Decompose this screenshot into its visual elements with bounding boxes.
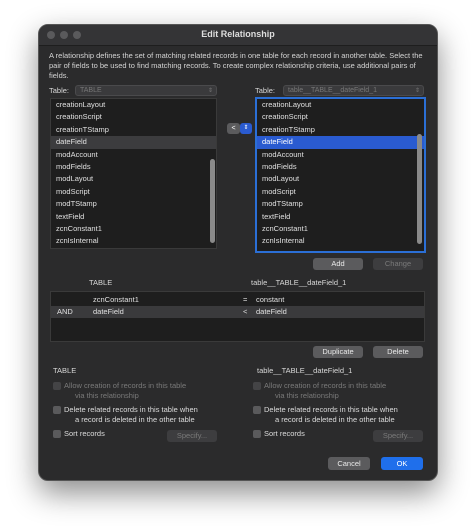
chevron-updown-icon: ⇕ — [243, 125, 249, 131]
field-list-item[interactable]: creationTStamp — [51, 124, 216, 136]
field-list-item[interactable]: zcnIsInternal — [257, 235, 424, 247]
left-allow-creation-label: Allow creation of records in this table … — [64, 381, 186, 401]
right-delete-related-label: Delete related records in this table whe… — [264, 405, 398, 425]
right-options-title: table__TABLE__dateField_1 — [257, 366, 353, 375]
right-field-list[interactable]: creationLayout creationScript creationTSta… — [255, 97, 426, 253]
left-sort-label: Sort records — [64, 429, 105, 438]
left-sort-checkbox[interactable] — [53, 430, 61, 438]
left-delete-line2: a record is deleted in the other table — [75, 415, 195, 424]
criteria-left-field: zcnConstant1 — [93, 295, 139, 304]
change-button[interactable]: Change — [373, 258, 423, 270]
criteria-right-field: dateField — [256, 307, 287, 316]
right-table-label: Table: — [255, 86, 276, 95]
left-table-popup-value: TABLE — [80, 87, 102, 94]
chevron-updown-icon: ⇕ — [414, 88, 420, 94]
field-list-item[interactable]: modTStamp — [51, 198, 216, 210]
field-list-item[interactable]: textField — [257, 211, 424, 223]
field-list-item[interactable]: creationTStamp — [257, 124, 424, 136]
field-list-item[interactable]: creationScript — [257, 111, 424, 123]
cancel-button[interactable]: Cancel — [328, 457, 370, 470]
criteria-conj: AND — [57, 307, 73, 316]
right-delete-line1: Delete related records in this table whe… — [264, 405, 398, 414]
criteria-header-left: TABLE — [89, 278, 113, 287]
left-specify-button[interactable]: Specify... — [167, 430, 217, 442]
field-list-item[interactable]: zcnIsInternal — [51, 235, 216, 247]
criteria-right-field: constant — [256, 295, 285, 304]
criteria-row[interactable]: AND dateField < dateField — [51, 306, 424, 318]
field-list-item[interactable]: dateField — [51, 136, 216, 149]
field-list-item[interactable]: modAccount — [257, 149, 424, 161]
right-specify-button[interactable]: Specify... — [373, 430, 423, 442]
right-allow-creation-line1: Allow creation of records in this table — [264, 381, 387, 390]
field-list-item[interactable]: modScript — [257, 186, 424, 198]
criteria-operator: = — [243, 295, 248, 304]
right-allow-creation-line2: via this relationship — [275, 391, 339, 400]
field-list-item[interactable]: zcnConstant1 — [257, 223, 424, 235]
chevron-updown-icon: ⇕ — [207, 88, 213, 94]
duplicate-button[interactable]: Duplicate — [313, 346, 363, 358]
criteria-table[interactable]: zcnConstant1 = constant AND dateField < … — [50, 291, 425, 342]
field-list-item[interactable]: modScript — [51, 186, 216, 198]
left-field-list[interactable]: creationLayout creationScript creationTSta… — [50, 98, 217, 249]
left-options-title: TABLE — [53, 366, 77, 375]
title-bar: Edit Relationship — [39, 25, 437, 46]
left-allow-creation-line1: Allow creation of records in this table — [64, 381, 187, 390]
field-list-item[interactable]: modLayout — [51, 173, 216, 185]
field-list-item[interactable]: creationLayout — [257, 99, 424, 111]
operator-stepper[interactable]: ⇕ — [240, 123, 252, 134]
right-allow-creation-label: Allow creation of records in this table … — [264, 381, 386, 401]
edit-relationship-dialog: Edit Relationship A relationship defines… — [38, 24, 438, 481]
field-list-item[interactable]: creationLayout — [51, 99, 216, 111]
right-table-popup[interactable]: table__TABLE__dateField_1 ⇕ — [283, 85, 424, 96]
operator-button[interactable]: < — [227, 123, 240, 134]
criteria-left-field: dateField — [93, 307, 124, 316]
field-list-item[interactable]: modAccount — [51, 149, 216, 161]
right-delete-related-checkbox[interactable] — [253, 406, 261, 414]
field-list-item[interactable]: modFields — [257, 161, 424, 173]
left-allow-creation-line2: via this relationship — [75, 391, 139, 400]
right-sort-label: Sort records — [264, 429, 305, 438]
right-allow-creation-checkbox[interactable] — [253, 382, 261, 390]
field-list-item[interactable]: modFields — [51, 161, 216, 173]
field-list-item[interactable]: modTStamp — [257, 198, 424, 210]
criteria-row[interactable]: zcnConstant1 = constant — [51, 294, 424, 306]
criteria-header-right: table__TABLE__dateField_1 — [251, 278, 347, 287]
field-list-item[interactable]: dateField — [257, 136, 424, 149]
left-table-label: Table: — [49, 86, 70, 95]
left-delete-related-checkbox[interactable] — [53, 406, 61, 414]
left-delete-line1: Delete related records in this table whe… — [64, 405, 198, 414]
right-delete-line2: a record is deleted in the other table — [275, 415, 395, 424]
ok-button[interactable]: OK — [381, 457, 423, 470]
field-list-item[interactable]: textField — [51, 211, 216, 223]
field-list-item[interactable]: creationScript — [51, 111, 216, 123]
criteria-operator: < — [243, 307, 248, 316]
field-list-item[interactable]: modLayout — [257, 173, 424, 185]
description-text: A relationship defines the set of matchi… — [49, 51, 423, 80]
right-list-scrollbar[interactable] — [417, 134, 422, 244]
field-list-item[interactable]: zcnConstant1 — [51, 223, 216, 235]
right-table-popup-value: table__TABLE__dateField_1 — [288, 87, 377, 94]
left-list-scrollbar[interactable] — [210, 159, 215, 243]
window-title: Edit Relationship — [201, 29, 275, 39]
right-sort-checkbox[interactable] — [253, 430, 261, 438]
left-delete-related-label: Delete related records in this table whe… — [64, 405, 198, 425]
add-button[interactable]: Add — [313, 258, 363, 270]
delete-button[interactable]: Delete — [373, 346, 423, 358]
left-allow-creation-checkbox[interactable] — [53, 382, 61, 390]
left-table-popup[interactable]: TABLE ⇕ — [75, 85, 217, 96]
